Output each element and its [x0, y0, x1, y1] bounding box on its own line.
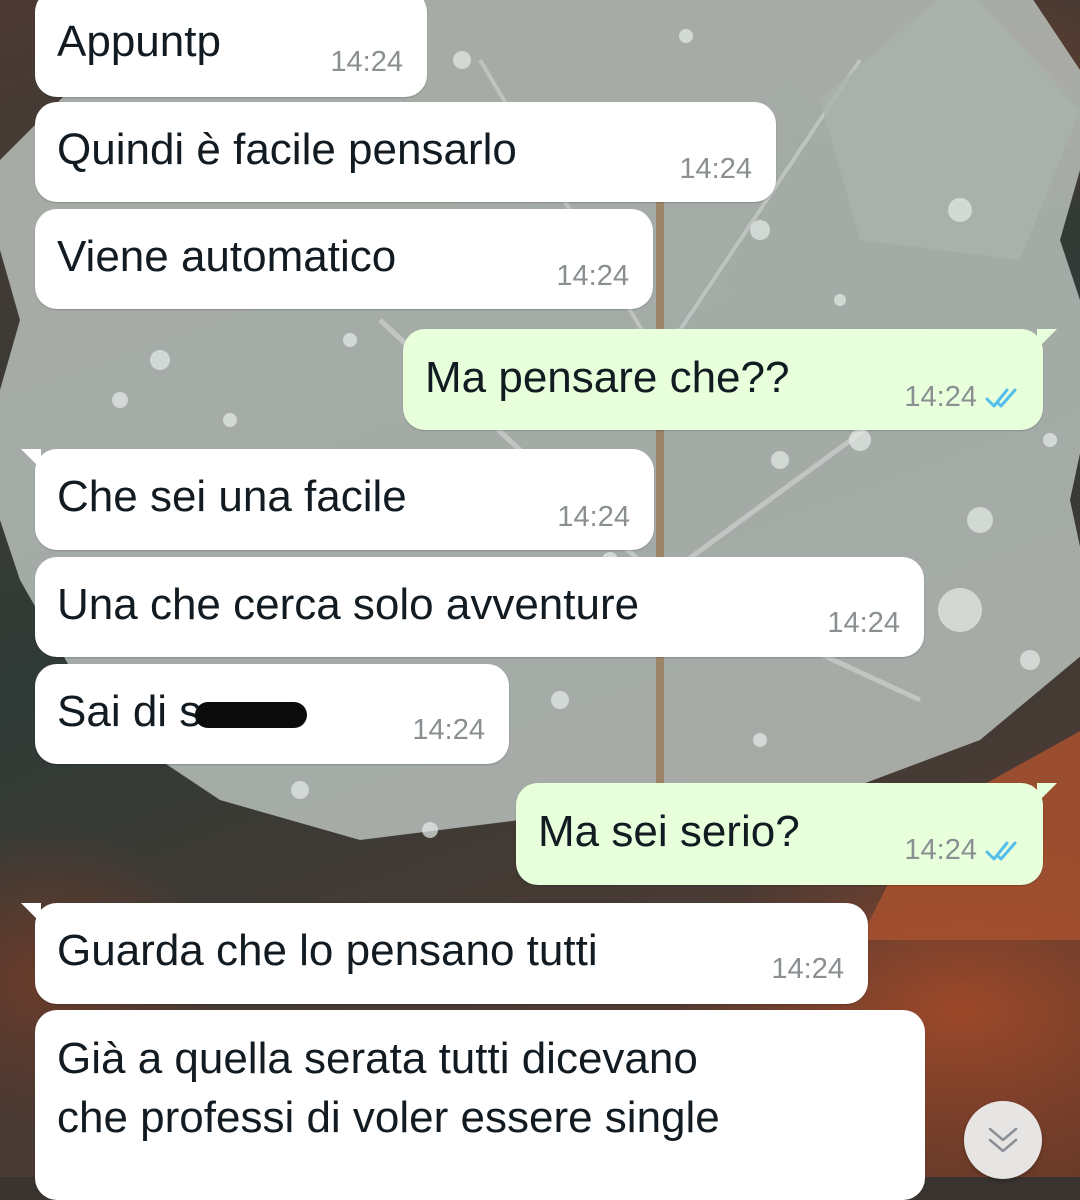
message-text: Che sei una facile — [57, 472, 407, 521]
message-timestamp: 14:24 — [904, 834, 977, 866]
message-list: Appuntp 14:24 Quindi è facile pensarlo 1… — [0, 0, 1080, 1200]
message-timestamp: 14:24 — [827, 607, 900, 639]
double-check-icon — [985, 388, 1017, 408]
outgoing-message-bubble[interactable]: Ma pensare che?? 14:24 — [403, 329, 1057, 430]
incoming-message-bubble[interactable]: Sai di s 14:24 — [35, 664, 509, 764]
double-check-icon — [985, 841, 1017, 861]
message-timestamp: 14:24 — [679, 153, 752, 185]
message-timestamp: 14:24 — [556, 260, 629, 292]
message-text: Una che cerca solo avventure — [57, 580, 640, 629]
message-text: Viene automatico — [57, 232, 397, 281]
message-timestamp: 14:24 — [904, 381, 977, 413]
incoming-message-bubble[interactable]: Appuntp 14:24 — [35, 0, 427, 97]
message-text: Guarda che lo pensano tutti — [57, 926, 598, 975]
message-timestamp: 14:24 — [771, 953, 844, 985]
double-chevron-down-icon — [988, 1127, 1018, 1153]
message-text-line: Già a quella serata tutti dicevano — [57, 1034, 698, 1083]
message-text-visible-part: Sai di s — [57, 687, 202, 736]
outgoing-message-bubble[interactable]: Ma sei serio? 14:24 — [516, 783, 1057, 885]
message-text: Appuntp — [57, 17, 221, 66]
incoming-message-bubble[interactable]: Già a quella serata tutti dicevano che p… — [35, 1010, 925, 1200]
message-text: Sai di s — [57, 682, 308, 742]
incoming-message-bubble[interactable]: Guarda che lo pensano tutti 14:24 — [21, 903, 868, 1004]
message-text: Ma pensare che?? — [425, 353, 790, 402]
message-timestamp: 14:24 — [330, 46, 403, 78]
incoming-message-bubble[interactable]: Quindi è facile pensarlo 14:24 — [35, 102, 776, 202]
message-timestamp: 14:24 — [412, 714, 485, 746]
message-timestamp: 14:24 — [557, 501, 630, 533]
scroll-to-bottom-button[interactable] — [964, 1101, 1042, 1179]
redaction-blot — [195, 702, 308, 728]
incoming-message-bubble[interactable]: Una che cerca solo avventure 14:24 — [35, 557, 924, 657]
incoming-message-bubble[interactable]: Che sei una facile 14:24 — [21, 449, 654, 550]
message-text: Ma sei serio? — [538, 807, 800, 856]
incoming-message-bubble[interactable]: Viene automatico 14:24 — [35, 209, 653, 309]
message-text: Quindi è facile pensarlo — [57, 125, 517, 174]
message-text-line: che professi di voler essere single — [57, 1093, 720, 1142]
